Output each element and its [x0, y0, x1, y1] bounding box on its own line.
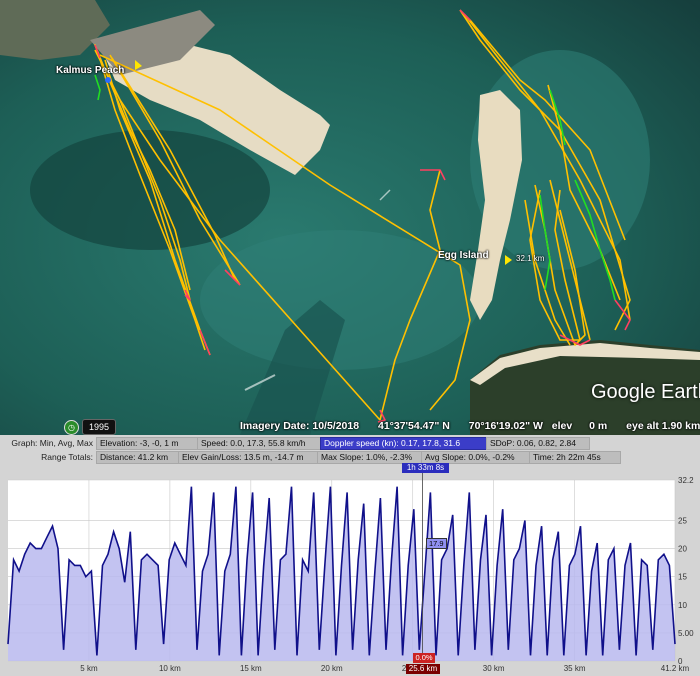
- cursor-slope: 0.0%: [413, 653, 435, 663]
- status-bar: Imagery Date: 10/5/2018 41°37'54.47" N 7…: [240, 420, 700, 432]
- google-earth-logo: Google Earth: [591, 381, 700, 403]
- y-tick-label: 10: [678, 601, 687, 610]
- doppler-speed-stat[interactable]: Doppler speed (kn): 0.17, 17.8, 31.6: [320, 437, 488, 450]
- latitude-readout: 41°37'54.47" N: [378, 420, 450, 432]
- imagery-date: Imagery Date: 10/5/2018: [240, 420, 360, 432]
- imagery-year-badge[interactable]: 1995: [82, 419, 116, 435]
- graph-stats-label: Graph: Min, Avg, Max: [11, 438, 93, 448]
- elevation-stat[interactable]: Elevation: -3, -0, 1 m: [96, 437, 199, 450]
- distance-tag: 32.1 km: [516, 254, 545, 263]
- speed-stat[interactable]: Speed: 0.0, 17.3, 55.8 km/h: [197, 437, 323, 450]
- elevation-profile-stats: Graph: Min, Avg, Max Elevation: -3, -0, …: [0, 435, 700, 473]
- elev-gain-stat: Elev Gain/Loss: 13.5 m, -14.7 m: [178, 451, 319, 464]
- y-tick-label: 32.2: [678, 476, 694, 485]
- speed-profile-chart[interactable]: 05.001015202532.25 km10 km15 km20 km25 k…: [0, 473, 700, 676]
- cursor-value: 17.9: [426, 538, 447, 549]
- distance-stat: Distance: 41.2 km: [96, 451, 180, 464]
- y-tick-label: 5.00: [678, 629, 694, 638]
- profile-graph[interactable]: 05.001015202532.25 km10 km15 km20 km25 k…: [0, 473, 700, 676]
- x-tick-label: 35 km: [564, 664, 586, 673]
- y-tick-label: 15: [678, 573, 687, 582]
- x-tick-label: 30 km: [483, 664, 505, 673]
- place-label-egg-island[interactable]: Egg Island: [438, 250, 489, 261]
- longitude-readout: 70°16'19.02" W: [468, 420, 543, 432]
- x-tick-label: 20 km: [321, 664, 343, 673]
- map-view[interactable]: Kalmus Peach Egg Island 32.1 km Google E…: [0, 0, 700, 435]
- range-totals-label: Range Totals:: [41, 452, 93, 462]
- x-tick-label: 10 km: [159, 664, 181, 673]
- x-tick-label: 41.2 km: [661, 664, 690, 673]
- place-label-kalmus[interactable]: Kalmus Peach: [56, 65, 124, 76]
- elev-value: 0 m: [589, 420, 608, 432]
- eye-alt-readout: eye alt 1.90 km: [626, 420, 700, 432]
- time-stat: Time: 2h 22m 45s: [529, 451, 621, 464]
- x-tick-label: 15 km: [240, 664, 262, 673]
- historical-imagery-icon[interactable]: ◷: [64, 420, 79, 435]
- cursor-time: 1h 33m 8s: [402, 463, 449, 473]
- x-tick-label: 5 km: [80, 664, 98, 673]
- cursor-distance: 25.6 km: [406, 664, 440, 674]
- sdop-stat[interactable]: SDoP: 0.06, 0.82, 2.84: [486, 437, 590, 450]
- y-tick-label: 20: [678, 545, 687, 554]
- y-tick-label: 25: [678, 516, 687, 525]
- elev-label: elev: [551, 420, 573, 432]
